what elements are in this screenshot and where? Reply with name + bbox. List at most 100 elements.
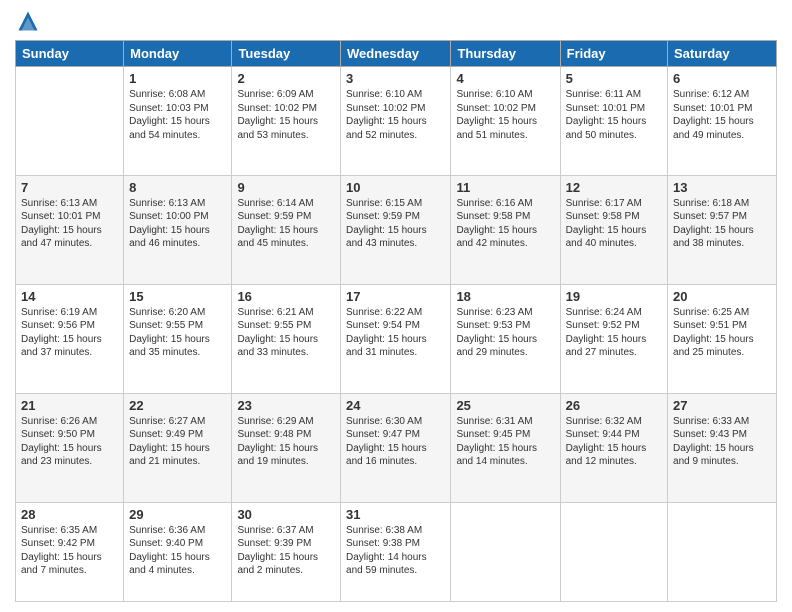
day-number: 12 <box>566 180 662 195</box>
weekday-friday: Friday <box>560 41 667 67</box>
calendar-cell: 29Sunrise: 6:36 AM Sunset: 9:40 PM Dayli… <box>124 502 232 601</box>
week-row-3: 14 Sunrise: 6:19 AM Sunset: 9:56 PM Dayli… <box>16 284 777 393</box>
weekday-header-row: SundayMondayTuesdayWednesdayThursdayFrid… <box>16 41 777 67</box>
day-info: Sunrise: 6:31 AM Sunset: 9:45 PM Dayligh… <box>456 415 554 469</box>
day-info: Sunrise: 6:22 AM Sunset: 9:54 PM Dayligh… <box>346 306 445 360</box>
calendar-cell <box>451 502 560 601</box>
header <box>15 10 777 32</box>
day-number: 16 <box>237 289 335 304</box>
day-number: 20 <box>673 289 771 304</box>
calendar-cell: 10 Sunrise: 6:15 AM Sunset: 9:59 PM Dayli… <box>341 175 451 284</box>
day-number: 19 <box>566 289 662 304</box>
day-info: Sunrise: 6:33 AM Sunset: 9:43 PM Dayligh… <box>673 415 771 469</box>
calendar-cell: 8Sunrise: 6:13 AM Sunset: 10:00 PM Dayli… <box>124 175 232 284</box>
weekday-tuesday: Tuesday <box>232 41 341 67</box>
calendar-cell: 24Sunrise: 6:30 AM Sunset: 9:47 PM Dayli… <box>341 393 451 502</box>
week-row-4: 21 Sunrise: 6:26 AM Sunset: 9:50 PM Dayli… <box>16 393 777 502</box>
day-info: Sunrise: 6:37 AM Sunset: 9:39 PM Dayligh… <box>237 524 335 578</box>
day-number: 8 <box>129 180 226 195</box>
day-info: Sunrise: 6:09 AM Sunset: 10:02 PM Daylig… <box>237 88 335 142</box>
day-number: 22 <box>129 398 226 413</box>
calendar-cell: 13 Sunrise: 6:18 AM Sunset: 9:57 PM Dayli… <box>668 175 777 284</box>
weekday-sunday: Sunday <box>16 41 124 67</box>
day-info: Sunrise: 6:10 AM Sunset: 10:02 PM Daylig… <box>456 88 554 142</box>
weekday-thursday: Thursday <box>451 41 560 67</box>
day-number: 31 <box>346 507 445 522</box>
day-number: 21 <box>21 398 118 413</box>
calendar-cell: 16 Sunrise: 6:21 AM Sunset: 9:55 PM Dayli… <box>232 284 341 393</box>
calendar-cell: 23Sunrise: 6:29 AM Sunset: 9:48 PM Dayli… <box>232 393 341 502</box>
day-number: 24 <box>346 398 445 413</box>
calendar-cell: 17Sunrise: 6:22 AM Sunset: 9:54 PM Dayli… <box>341 284 451 393</box>
calendar-cell: 18Sunrise: 6:23 AM Sunset: 9:53 PM Dayli… <box>451 284 560 393</box>
calendar-cell: 28 Sunrise: 6:35 AM Sunset: 9:42 PM Dayli… <box>16 502 124 601</box>
day-info: Sunrise: 6:38 AM Sunset: 9:38 PM Dayligh… <box>346 524 445 578</box>
day-number: 26 <box>566 398 662 413</box>
day-info: Sunrise: 6:35 AM Sunset: 9:42 PM Dayligh… <box>21 524 118 578</box>
day-number: 30 <box>237 507 335 522</box>
day-number: 14 <box>21 289 118 304</box>
weekday-saturday: Saturday <box>668 41 777 67</box>
calendar-cell: 6 Sunrise: 6:12 AM Sunset: 10:01 PM Dayli… <box>668 67 777 176</box>
calendar-cell: 15 Sunrise: 6:20 AM Sunset: 9:55 PM Dayli… <box>124 284 232 393</box>
day-number: 9 <box>237 180 335 195</box>
calendar-cell: 27 Sunrise: 6:33 AM Sunset: 9:43 PM Dayli… <box>668 393 777 502</box>
day-number: 18 <box>456 289 554 304</box>
logo-icon <box>17 10 39 32</box>
week-row-2: 7 Sunrise: 6:13 AM Sunset: 10:01 PM Dayli… <box>16 175 777 284</box>
day-number: 5 <box>566 71 662 86</box>
day-number: 1 <box>129 71 226 86</box>
calendar-cell: 20 Sunrise: 6:25 AM Sunset: 9:51 PM Dayli… <box>668 284 777 393</box>
day-info: Sunrise: 6:15 AM Sunset: 9:59 PM Dayligh… <box>346 197 445 251</box>
day-info: Sunrise: 6:25 AM Sunset: 9:51 PM Dayligh… <box>673 306 771 360</box>
day-number: 2 <box>237 71 335 86</box>
calendar-cell: 1 Sunrise: 6:08 AM Sunset: 10:03 PM Dayli… <box>124 67 232 176</box>
day-info: Sunrise: 6:27 AM Sunset: 9:49 PM Dayligh… <box>129 415 226 469</box>
day-number: 25 <box>456 398 554 413</box>
day-info: Sunrise: 6:19 AM Sunset: 9:56 PM Dayligh… <box>21 306 118 360</box>
calendar-cell: 12 Sunrise: 6:17 AM Sunset: 9:58 PM Dayli… <box>560 175 667 284</box>
day-info: Sunrise: 6:08 AM Sunset: 10:03 PM Daylig… <box>129 88 226 142</box>
day-number: 13 <box>673 180 771 195</box>
day-number: 11 <box>456 180 554 195</box>
day-number: 27 <box>673 398 771 413</box>
calendar-cell: 7 Sunrise: 6:13 AM Sunset: 10:01 PM Dayli… <box>16 175 124 284</box>
day-info: Sunrise: 6:18 AM Sunset: 9:57 PM Dayligh… <box>673 197 771 251</box>
calendar-cell: 22 Sunrise: 6:27 AM Sunset: 9:49 PM Dayli… <box>124 393 232 502</box>
calendar-cell: 30 Sunrise: 6:37 AM Sunset: 9:39 PM Dayli… <box>232 502 341 601</box>
calendar-cell: 19Sunrise: 6:24 AM Sunset: 9:52 PM Dayli… <box>560 284 667 393</box>
calendar-cell: 14 Sunrise: 6:19 AM Sunset: 9:56 PM Dayli… <box>16 284 124 393</box>
calendar-cell <box>560 502 667 601</box>
day-info: Sunrise: 6:13 AM Sunset: 10:01 PM Daylig… <box>21 197 118 251</box>
calendar-cell: 5Sunrise: 6:11 AM Sunset: 10:01 PM Dayli… <box>560 67 667 176</box>
week-row-1: 1 Sunrise: 6:08 AM Sunset: 10:03 PM Dayli… <box>16 67 777 176</box>
page: SundayMondayTuesdayWednesdayThursdayFrid… <box>0 0 792 612</box>
day-number: 28 <box>21 507 118 522</box>
day-info: Sunrise: 6:32 AM Sunset: 9:44 PM Dayligh… <box>566 415 662 469</box>
calendar-table: SundayMondayTuesdayWednesdayThursdayFrid… <box>15 40 777 602</box>
day-info: Sunrise: 6:26 AM Sunset: 9:50 PM Dayligh… <box>21 415 118 469</box>
day-number: 15 <box>129 289 226 304</box>
calendar-cell: 11 Sunrise: 6:16 AM Sunset: 9:58 PM Dayli… <box>451 175 560 284</box>
calendar-cell: 26 Sunrise: 6:32 AM Sunset: 9:44 PM Dayli… <box>560 393 667 502</box>
day-number: 3 <box>346 71 445 86</box>
day-info: Sunrise: 6:16 AM Sunset: 9:58 PM Dayligh… <box>456 197 554 251</box>
day-number: 7 <box>21 180 118 195</box>
calendar-cell: 21 Sunrise: 6:26 AM Sunset: 9:50 PM Dayli… <box>16 393 124 502</box>
day-info: Sunrise: 6:10 AM Sunset: 10:02 PM Daylig… <box>346 88 445 142</box>
day-number: 10 <box>346 180 445 195</box>
calendar-cell: 25 Sunrise: 6:31 AM Sunset: 9:45 PM Dayli… <box>451 393 560 502</box>
weekday-wednesday: Wednesday <box>341 41 451 67</box>
logo <box>15 10 41 32</box>
day-info: Sunrise: 6:21 AM Sunset: 9:55 PM Dayligh… <box>237 306 335 360</box>
weekday-monday: Monday <box>124 41 232 67</box>
day-info: Sunrise: 6:20 AM Sunset: 9:55 PM Dayligh… <box>129 306 226 360</box>
day-number: 6 <box>673 71 771 86</box>
calendar-cell: 9 Sunrise: 6:14 AM Sunset: 9:59 PM Daylig… <box>232 175 341 284</box>
day-info: Sunrise: 6:36 AM Sunset: 9:40 PM Dayligh… <box>129 524 226 578</box>
day-info: Sunrise: 6:12 AM Sunset: 10:01 PM Daylig… <box>673 88 771 142</box>
day-info: Sunrise: 6:17 AM Sunset: 9:58 PM Dayligh… <box>566 197 662 251</box>
calendar-cell: 2 Sunrise: 6:09 AM Sunset: 10:02 PM Dayli… <box>232 67 341 176</box>
day-info: Sunrise: 6:29 AM Sunset: 9:48 PM Dayligh… <box>237 415 335 469</box>
day-info: Sunrise: 6:14 AM Sunset: 9:59 PM Dayligh… <box>237 197 335 251</box>
